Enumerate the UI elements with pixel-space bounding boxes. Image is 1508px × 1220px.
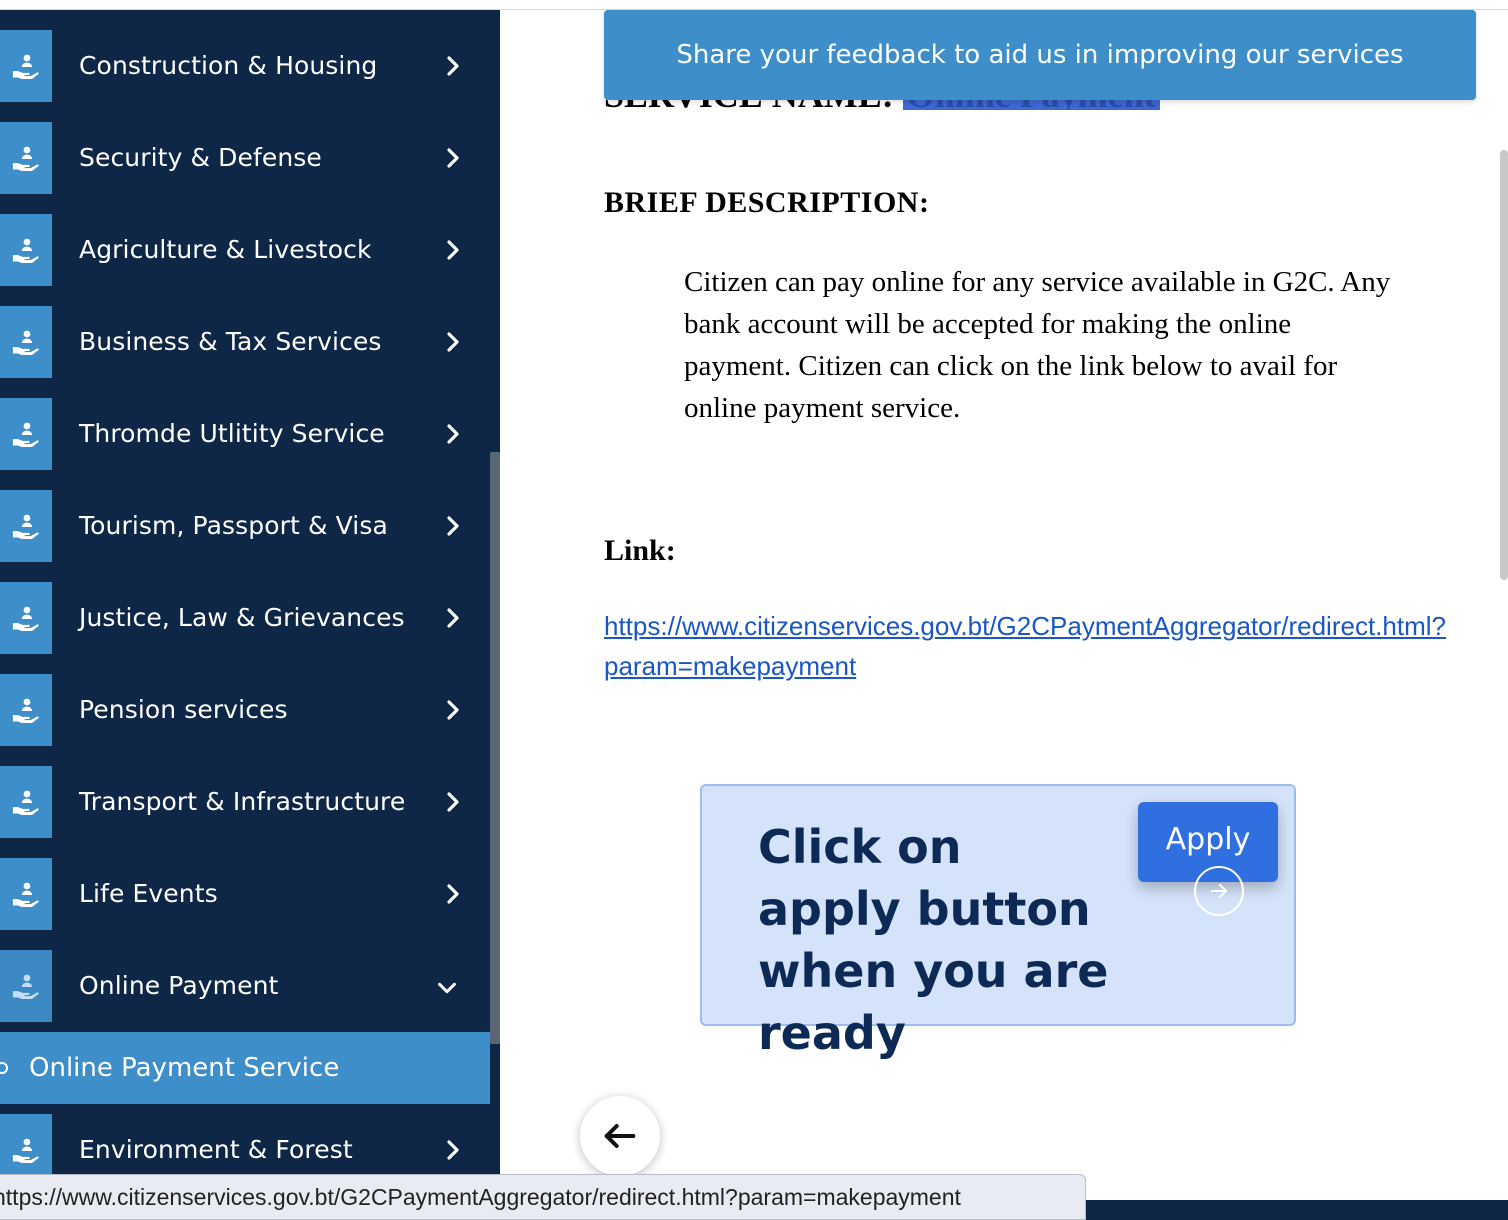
sidebar-item-transport-infrastructure[interactable]: Transport & Infrastructure <box>0 766 490 838</box>
sidebar-subitem-label: Online Payment Service <box>29 1053 340 1083</box>
hand-with-person-icon <box>0 582 52 654</box>
arrow-left-icon <box>604 1124 636 1148</box>
sidebar-item-label: Tourism, Passport & Visa <box>79 511 388 540</box>
sidebar-item-life-events[interactable]: Life Events <box>0 858 490 930</box>
apply-card: Click on apply button when you are ready… <box>700 784 1296 1060</box>
sidebar-item-online-payment[interactable]: Online Payment <box>0 950 490 1022</box>
bullet-icon <box>0 1062 8 1074</box>
brief-description-text: Citizen can pay online for any service a… <box>684 266 1391 424</box>
sidebar-nav: Construction & Housing Security & Defense… <box>0 10 500 1174</box>
status-url: https://www.citizenservices.gov.bt/G2CPa… <box>0 1184 961 1210</box>
sidebar-item-justice-law-grievances[interactable]: Justice, Law & Grievances <box>0 582 490 654</box>
chevron-right-icon[interactable] <box>440 696 466 724</box>
hand-with-person-icon <box>0 674 52 746</box>
hand-with-person-icon <box>0 398 52 470</box>
chevron-right-icon[interactable] <box>440 328 466 356</box>
hand-with-person-icon <box>0 30 52 102</box>
chevron-right-icon[interactable] <box>440 144 466 172</box>
footer-strip <box>1086 1200 1508 1220</box>
chevron-right-icon[interactable] <box>440 52 466 80</box>
sidebar-item-label: Transport & Infrastructure <box>79 787 406 816</box>
sidebar-item-construction-housing[interactable]: Construction & Housing <box>0 30 490 102</box>
sidebar-item-business-tax-services[interactable]: Business & Tax Services <box>0 306 490 378</box>
chevron-down-icon[interactable] <box>434 974 462 998</box>
sidebar-item-label: Security & Defense <box>79 143 322 172</box>
hand-with-person-icon <box>0 950 52 1022</box>
sidebar-item-label: Thromde Utlitity Service <box>79 419 385 448</box>
main-scrollbar[interactable] <box>1500 150 1508 580</box>
sidebar-item-label: Justice, Law & Grievances <box>79 603 405 632</box>
sidebar-item-label: Construction & Housing <box>79 51 378 80</box>
arrow-right-circle-icon[interactable] <box>1194 866 1244 916</box>
browser-status-bar: https://www.citizenservices.gov.bt/G2CPa… <box>0 1174 1086 1220</box>
chevron-right-icon[interactable] <box>440 420 466 448</box>
hand-with-person-icon <box>0 306 52 378</box>
hand-with-person-icon <box>0 858 52 930</box>
feedback-banner[interactable]: Share your feedback to aid us in improvi… <box>604 10 1476 100</box>
sidebar-item-thromde-utlitity-service[interactable]: Thromde Utlitity Service <box>0 398 490 470</box>
sidebar-item-label: Online Payment <box>79 971 279 1000</box>
chevron-right-icon[interactable] <box>440 512 466 540</box>
sidebar-subitem-online-payment-service[interactable]: Online Payment Service <box>0 1032 490 1104</box>
sidebar-item-security-defense[interactable]: Security & Defense <box>0 122 490 194</box>
link-heading: Link: <box>604 534 676 567</box>
top-divider <box>0 0 1508 10</box>
chevron-right-icon[interactable] <box>440 880 466 908</box>
chevron-right-icon[interactable] <box>440 788 466 816</box>
sidebar-item-label: Pension services <box>79 695 288 724</box>
hand-with-person-icon <box>0 490 52 562</box>
brief-description-heading: BRIEF DESCRIPTION: <box>604 186 930 219</box>
chevron-right-icon[interactable] <box>440 604 466 632</box>
sidebar-item-label: Life Events <box>79 879 218 908</box>
payment-link-line-1: https://www.citizenservices.gov.bt/G2CPa… <box>604 611 1446 641</box>
apply-card-text: Click on apply button when you are ready <box>758 820 1109 1060</box>
hand-with-person-icon <box>0 214 52 286</box>
sidebar-item-pension-services[interactable]: Pension services <box>0 674 490 746</box>
sidebar-item-label: Business & Tax Services <box>79 327 382 356</box>
back-button[interactable] <box>580 1096 660 1176</box>
chevron-right-icon[interactable] <box>440 236 466 264</box>
payment-link[interactable]: https://www.citizenservices.gov.bt/G2CPa… <box>604 606 1494 686</box>
payment-link-line-2: param=makepayment <box>604 651 857 681</box>
sidebar-item-environment-forest[interactable]: Environment & Forest <box>0 1114 490 1174</box>
hand-with-person-icon <box>0 122 52 194</box>
sidebar-item-label: Agriculture & Livestock <box>79 235 372 264</box>
sidebar-item-agriculture-livestock[interactable]: Agriculture & Livestock <box>0 214 490 286</box>
chevron-right-icon[interactable] <box>440 1136 466 1164</box>
sidebar-item-tourism-passport-visa[interactable]: Tourism, Passport & Visa <box>0 490 490 562</box>
hand-with-person-icon <box>0 766 52 838</box>
hand-with-person-icon <box>0 1114 52 1174</box>
sidebar-item-label: Environment & Forest <box>79 1135 353 1164</box>
sidebar-scrollbar[interactable] <box>490 452 500 1044</box>
